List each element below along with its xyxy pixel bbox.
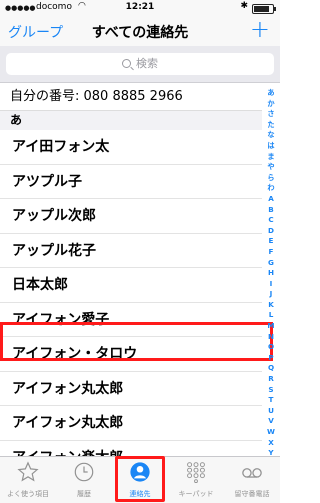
index-letter[interactable]: X [264,438,278,449]
index-letter[interactable]: や [264,162,278,173]
index-letter[interactable]: R [264,374,278,385]
tab-label: キーパッド [178,490,214,498]
index-letter[interactable]: M [264,321,278,332]
add-contact-button[interactable]: + [250,15,270,43]
index-letter[interactable]: か [264,99,278,110]
index-letter[interactable]: S [264,385,278,396]
contact-row[interactable]: アイフォン丸太郎 [0,406,262,441]
contact-row[interactable]: アイフォン丸太郎 [0,372,262,406]
search-input[interactable]: 検索 [6,53,274,75]
tab-label: 履歴 [77,490,91,498]
contact-row[interactable]: アップル花子 [0,234,262,268]
tab-favorites[interactable]: よく使う項目 [0,457,56,503]
tab-label: 留守番電話 [234,490,270,498]
index-letter[interactable]: C [264,215,278,226]
index-letter[interactable]: あ [264,88,278,99]
tab-highlight-frame [115,456,165,502]
search-icon [122,59,131,68]
contact-row[interactable]: アイ田フォン太 [0,130,262,165]
my-number: 自分の番号: 080 8885 2966 [0,83,262,111]
tab-label: よく使う項目 [7,490,49,498]
index-letter[interactable]: は [264,141,278,152]
index-letter[interactable]: F [264,247,278,258]
index-letter[interactable]: な [264,130,278,141]
index-letter[interactable]: G [264,258,278,269]
index-letter[interactable]: O [264,342,278,353]
index-letter[interactable]: B [264,205,278,216]
contact-row[interactable]: アツプル子 [0,165,262,199]
contact-list: アイ田フォン太 アツプル子 アップル次郎 アップル花子 日本太郎 アイフォン愛子… [0,130,262,475]
keypad-icon [187,462,205,483]
bluetooth-icon: ✱ [240,1,248,11]
status-time: 12:21 [125,2,155,12]
index-letter[interactable]: I [264,279,278,290]
star-icon [17,461,39,482]
contact-row[interactable]: アップル次郎 [0,199,262,234]
index-letter[interactable]: N [264,332,278,343]
section-index[interactable]: あかさたなはまやらわABCDEFGHIJKLMNOPQRSTUVWXYZ# [264,88,278,478]
index-letter[interactable]: J [264,289,278,300]
navigation-bar: グループ すべての連絡先 + [0,15,280,46]
page-title: すべての連絡先 [91,25,189,41]
index-letter[interactable]: U [264,406,278,417]
voicemail-icon [242,468,262,478]
index-letter[interactable]: T [264,395,278,406]
contact-highlight-frame [0,322,273,361]
index-letter[interactable]: ま [264,152,278,163]
index-letter[interactable]: P [264,353,278,364]
tab-keypad[interactable]: キーパッド [168,457,224,503]
index-letter[interactable]: W [264,427,278,438]
status-bar: ●●●●● docomo ◠ 12:21 ✱ [0,0,280,16]
index-letter[interactable]: V [264,416,278,427]
search-placeholder: 検索 [136,57,158,70]
index-letter[interactable]: E [264,236,278,247]
index-letter[interactable]: Q [264,363,278,374]
index-letter[interactable]: H [264,268,278,279]
section-header: あ [0,111,262,130]
tab-voicemail[interactable]: 留守番電話 [224,457,280,503]
index-letter[interactable]: D [264,226,278,237]
index-letter[interactable]: た [264,120,278,131]
index-letter[interactable]: A [264,194,278,205]
battery-icon [252,4,276,14]
index-letter[interactable]: K [264,300,278,311]
contact-row[interactable]: 日本太郎 [0,268,262,303]
index-letter[interactable]: わ [264,183,278,194]
index-letter[interactable]: L [264,310,278,321]
tab-recents[interactable]: 履歴 [56,457,112,503]
search-bar: 検索 [0,46,280,83]
index-letter[interactable]: さ [264,109,278,120]
clock-icon [74,462,94,482]
index-letter[interactable]: ら [264,173,278,184]
